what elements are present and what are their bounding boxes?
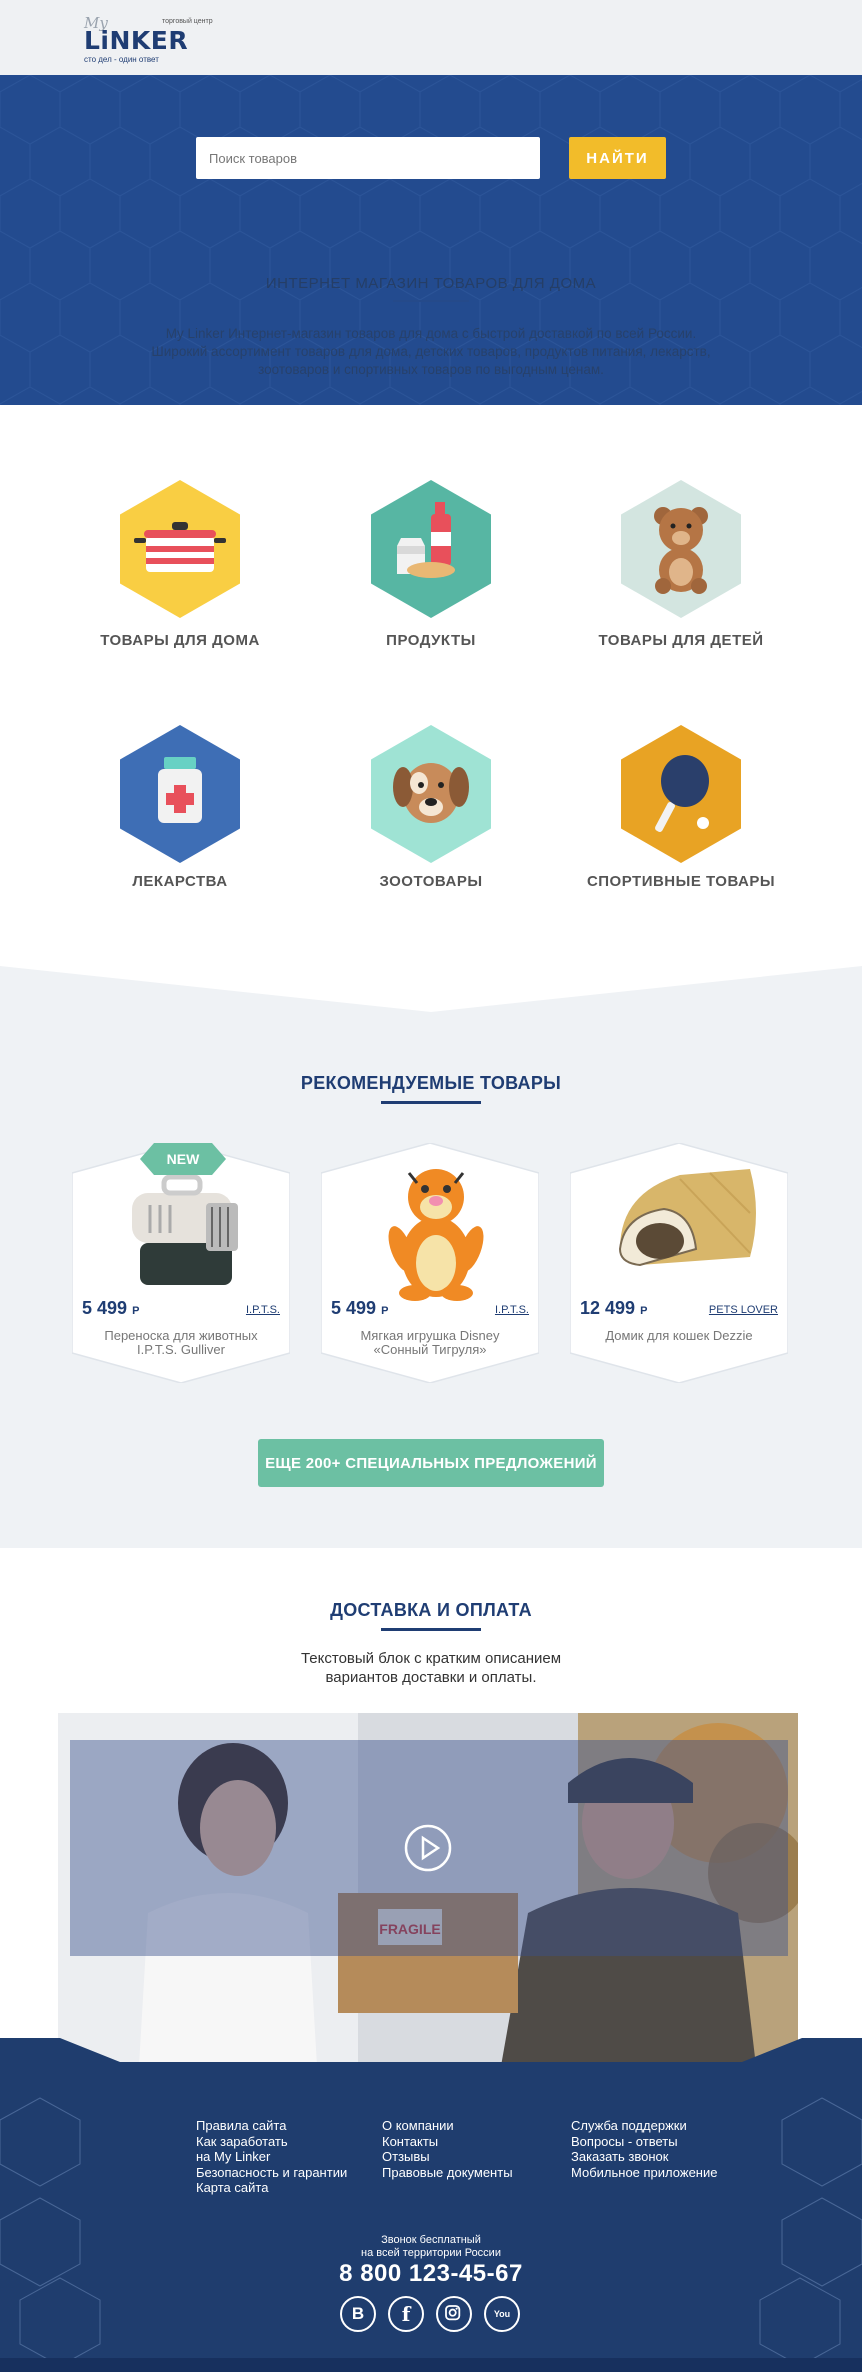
dog-icon bbox=[371, 725, 491, 863]
instagram-icon[interactable] bbox=[436, 2296, 472, 2332]
site-header: My LiNKER торговый центр сто дел - один … bbox=[0, 0, 862, 75]
product-price: 5 499 Р bbox=[331, 1298, 389, 1318]
hero-title: ИНТЕРНЕТ МАГАЗИН ТОВАРОВ ДЛЯ ДОМА bbox=[265, 275, 597, 292]
footer-link[interactable]: Заказать звонок bbox=[571, 2149, 717, 2165]
category-pet-goods[interactable]: ЗООТОВАРЫ bbox=[321, 725, 541, 895]
footer-column-3: Служба поддержки Вопросы - ответы Заказа… bbox=[571, 2118, 717, 2180]
phone-number[interactable]: 8 800 123-45-67 bbox=[0, 2260, 862, 2288]
social-links: B f You bbox=[340, 2296, 522, 2332]
category-label: ЗООТОВАРЫ bbox=[379, 873, 483, 890]
product-name[interactable]: Домик для кошек Dezzie bbox=[590, 1329, 768, 1343]
category-label: ПРОДУКТЫ bbox=[386, 632, 476, 649]
facebook-icon[interactable]: f bbox=[388, 2296, 424, 2332]
medicine-icon bbox=[120, 725, 240, 863]
search-input[interactable] bbox=[196, 137, 540, 179]
ping-pong-icon bbox=[621, 725, 741, 863]
recommended-title: РЕКОМЕНДУЕМЫЕ ТОВАРЫ bbox=[300, 1073, 562, 1093]
delivery-description: Текстовый блок с кратким описанием вариа… bbox=[300, 1650, 562, 1686]
free-call-note: Звонок бесплатный на всей территории Рос… bbox=[361, 2234, 501, 2259]
play-icon[interactable] bbox=[404, 1824, 452, 1872]
hero-section: НАЙТИ ИНТЕРНЕТ МАГАЗИН ТОВАРОВ ДЛЯ ДОМА … bbox=[0, 75, 862, 405]
product-brand-link[interactable]: PETS LOVER bbox=[709, 1304, 778, 1316]
footer-link[interactable]: О компании bbox=[382, 2118, 513, 2134]
footer-link[interactable]: Как заработать bbox=[196, 2134, 347, 2150]
product-price: 5 499 Р bbox=[82, 1298, 140, 1318]
footer-link[interactable]: Вопросы - ответы bbox=[571, 2134, 717, 2150]
category-groceries[interactable]: ПРОДУКТЫ bbox=[321, 480, 541, 655]
category-label: ЛЕКАРСТВА bbox=[132, 873, 228, 890]
teddy-bear-icon bbox=[621, 480, 741, 618]
delivery-divider bbox=[381, 1628, 481, 1631]
category-label: СПОРТИВНЫЕ ТОВАРЫ bbox=[586, 873, 776, 890]
category-label: ТОВАРЫ ДЛЯ ДЕТЕЙ bbox=[598, 632, 764, 649]
footer-link[interactable]: Правовые документы bbox=[382, 2165, 513, 2181]
footer-column-2: О компании Контакты Отзывы Правовые доку… bbox=[382, 2118, 513, 2180]
category-label: ТОВАРЫ ДЛЯ ДОМА bbox=[100, 632, 260, 649]
youtube-icon[interactable]: You bbox=[484, 2296, 520, 2332]
category-sport-goods[interactable]: СПОРТИВНЫЕ ТОВАРЫ bbox=[571, 725, 791, 895]
product-brand-link[interactable]: I.P.T.S. bbox=[246, 1304, 280, 1316]
logo-tagline: сто дел - один ответ bbox=[84, 55, 159, 64]
more-offers-button[interactable]: ЕЩЕ 200+ СПЕЦИАЛЬНЫХ ПРЕДЛОЖЕНИЙ bbox=[258, 1439, 604, 1487]
cat-house-icon bbox=[618, 1169, 756, 1267]
recommended-divider bbox=[381, 1101, 481, 1104]
footer-link[interactable]: Отзывы bbox=[382, 2149, 513, 2165]
footer-bottom-bar bbox=[0, 2358, 862, 2372]
groceries-icon bbox=[371, 480, 491, 618]
logo-brand-text: LiNKER bbox=[84, 26, 189, 55]
product-price: 12 499 Р bbox=[580, 1298, 648, 1318]
product-brand-link[interactable]: I.P.T.S. bbox=[495, 1304, 529, 1316]
product-card[interactable]: 12 499 Р PETS LOVER Домик для кошек Dezz… bbox=[570, 1143, 788, 1383]
footer-link[interactable]: Служба поддержки bbox=[571, 2118, 717, 2134]
product-name[interactable]: Мягкая игрушка Disney «Сонный Тигруля» bbox=[341, 1329, 519, 1357]
category-home-goods[interactable]: ТОВАРЫ ДЛЯ ДОМА bbox=[70, 480, 290, 655]
hero-description: My Linker Интернет-магазин товаров для д… bbox=[151, 326, 711, 377]
footer-link[interactable]: Безопасность и гарантии bbox=[196, 2165, 347, 2181]
product-name[interactable]: Переноска для животных I.P.T.S. Gulliver bbox=[92, 1329, 270, 1357]
logo[interactable]: My LiNKER торговый центр сто дел - один … bbox=[84, 14, 213, 66]
footer-column-1: Правила сайта Как заработать на My Linke… bbox=[196, 2118, 347, 2196]
logo-tagline-top: торговый центр bbox=[162, 18, 213, 25]
vk-icon[interactable]: B bbox=[340, 2296, 376, 2332]
pet-carrier-icon bbox=[132, 1174, 238, 1285]
footer-link[interactable]: Мобильное приложение bbox=[571, 2165, 717, 2181]
footer-link[interactable]: Контакты bbox=[382, 2134, 513, 2150]
product-card[interactable]: 5 499 Р I.P.T.S. Мягкая игрушка Disney «… bbox=[321, 1143, 539, 1383]
category-kids-goods[interactable]: ТОВАРЫ ДЛЯ ДЕТЕЙ bbox=[571, 480, 791, 655]
delivery-video[interactable]: FRAGILE bbox=[58, 1713, 798, 2083]
pot-icon bbox=[120, 480, 240, 618]
search-button[interactable]: НАЙТИ bbox=[569, 137, 666, 179]
tigger-toy-icon bbox=[388, 1169, 484, 1301]
new-badge: NEW bbox=[140, 1143, 226, 1175]
delivery-title: ДОСТАВКА И ОПЛАТА bbox=[330, 1600, 532, 1620]
new-badge-label: NEW bbox=[167, 1151, 200, 1167]
footer-link[interactable]: Правила сайта bbox=[196, 2118, 347, 2134]
hero-divider bbox=[393, 300, 469, 302]
category-medicine[interactable]: ЛЕКАРСТВА bbox=[70, 725, 290, 895]
footer-link[interactable]: Карта сайта bbox=[196, 2180, 347, 2196]
product-card[interactable]: NEW 5 499 Р I.P.T.S. Переноска для живот… bbox=[72, 1143, 290, 1383]
footer-link[interactable]: на My Linker bbox=[196, 2149, 347, 2165]
